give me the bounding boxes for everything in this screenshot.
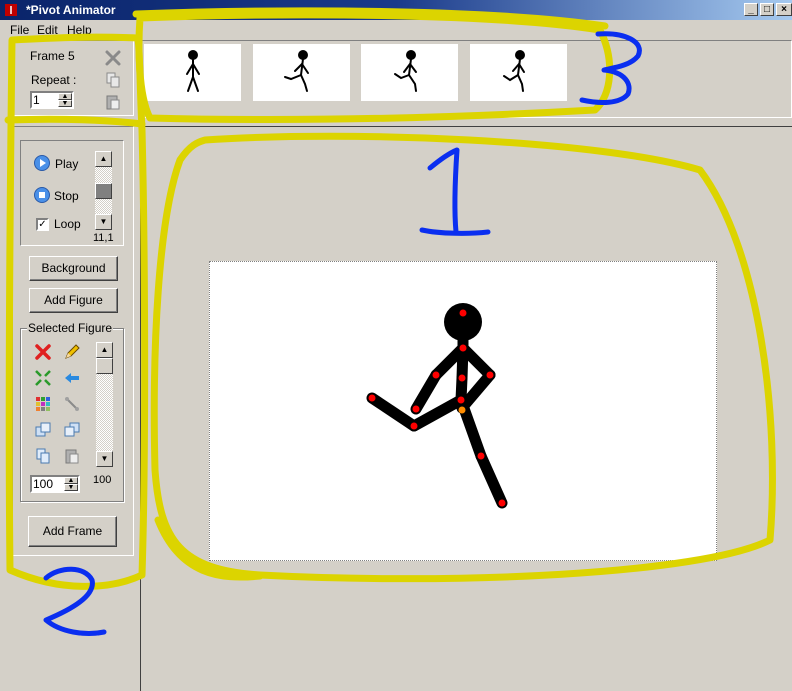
minimize-button[interactable]: _: [744, 3, 758, 16]
stick-figure-thumbnail: [284, 50, 309, 92]
spin-down-icon[interactable]: ▼: [64, 484, 78, 491]
copy-figure-icon[interactable]: [34, 447, 52, 465]
scale-spinner[interactable]: ▲▼: [30, 475, 80, 493]
app-icon: [5, 4, 17, 16]
maximize-button[interactable]: □: [760, 3, 774, 16]
paste-figure-icon[interactable]: [63, 447, 81, 465]
stick-figure-thumbnail: [186, 50, 200, 92]
menu-edit[interactable]: Edit: [37, 23, 58, 37]
loop-checkbox[interactable]: ✓: [36, 218, 49, 231]
stop-icon[interactable]: [33, 186, 51, 204]
title-bar: *Pivot Animator _ □ ×: [0, 0, 792, 20]
figure-scrollbar[interactable]: ▲ ▼: [96, 342, 113, 467]
spin-up-icon[interactable]: ▲: [58, 93, 72, 100]
repeat-spinner[interactable]: ▲▼: [30, 91, 74, 109]
repeat-input[interactable]: [33, 93, 59, 107]
frame-number-label: Frame 5: [30, 49, 75, 63]
stick-figure[interactable]: [140, 126, 792, 691]
menu-file[interactable]: File: [10, 23, 29, 37]
spin-down-icon[interactable]: ▼: [58, 100, 72, 107]
send-back-icon[interactable]: [63, 421, 81, 439]
spin-up-icon[interactable]: ▲: [64, 477, 78, 484]
play-icon[interactable]: [33, 154, 51, 172]
timeline-frame-1[interactable]: [144, 44, 241, 101]
timeline-frame-3[interactable]: [361, 44, 458, 101]
scale-input[interactable]: [33, 477, 59, 491]
segment-tool-icon[interactable]: [63, 395, 81, 413]
delete-figure-icon[interactable]: [34, 343, 52, 361]
speed-scrollbar[interactable]: ▲ ▼: [95, 151, 112, 230]
play-label[interactable]: Play: [55, 157, 78, 171]
edit-figure-icon[interactable]: [63, 343, 81, 361]
scale-readout: 100: [93, 474, 112, 486]
close-button[interactable]: ×: [776, 3, 792, 16]
center-figure-icon[interactable]: [34, 369, 52, 387]
add-figure-button[interactable]: Add Figure: [29, 288, 118, 313]
timeline-frame-4[interactable]: [470, 44, 567, 101]
timeline-frame-2[interactable]: [253, 44, 350, 101]
repeat-label: Repeat :: [31, 73, 77, 87]
flip-figure-icon[interactable]: [63, 369, 81, 387]
stick-figure-thumbnail: [394, 50, 417, 92]
scroll-down-icon[interactable]: ▼: [95, 214, 112, 230]
speed-readout: 11,1: [93, 232, 114, 244]
background-button[interactable]: Background: [29, 256, 118, 281]
copy-frame-icon[interactable]: [104, 71, 122, 89]
loop-label[interactable]: Loop: [54, 217, 81, 231]
stick-figure-thumbnail: [503, 50, 525, 92]
selected-figure-title: Selected Figure: [27, 321, 114, 335]
window-title: *Pivot Animator: [26, 3, 116, 17]
delete-frame-icon[interactable]: [104, 49, 122, 67]
scroll-up-icon[interactable]: ▲: [95, 151, 112, 167]
add-frame-button[interactable]: Add Frame: [28, 516, 117, 547]
speed-thumb[interactable]: [95, 183, 112, 199]
scroll-down-icon[interactable]: ▼: [96, 451, 113, 467]
stop-label[interactable]: Stop: [54, 189, 79, 203]
bring-front-icon[interactable]: [34, 421, 52, 439]
figure-scroll-thumb[interactable]: [96, 358, 113, 374]
scroll-up-icon[interactable]: ▲: [96, 342, 113, 358]
menu-help[interactable]: Help: [67, 23, 92, 37]
color-figure-icon[interactable]: [34, 395, 52, 413]
paste-frame-icon[interactable]: [104, 93, 122, 111]
menu-bar: File Edit Help: [0, 20, 792, 38]
